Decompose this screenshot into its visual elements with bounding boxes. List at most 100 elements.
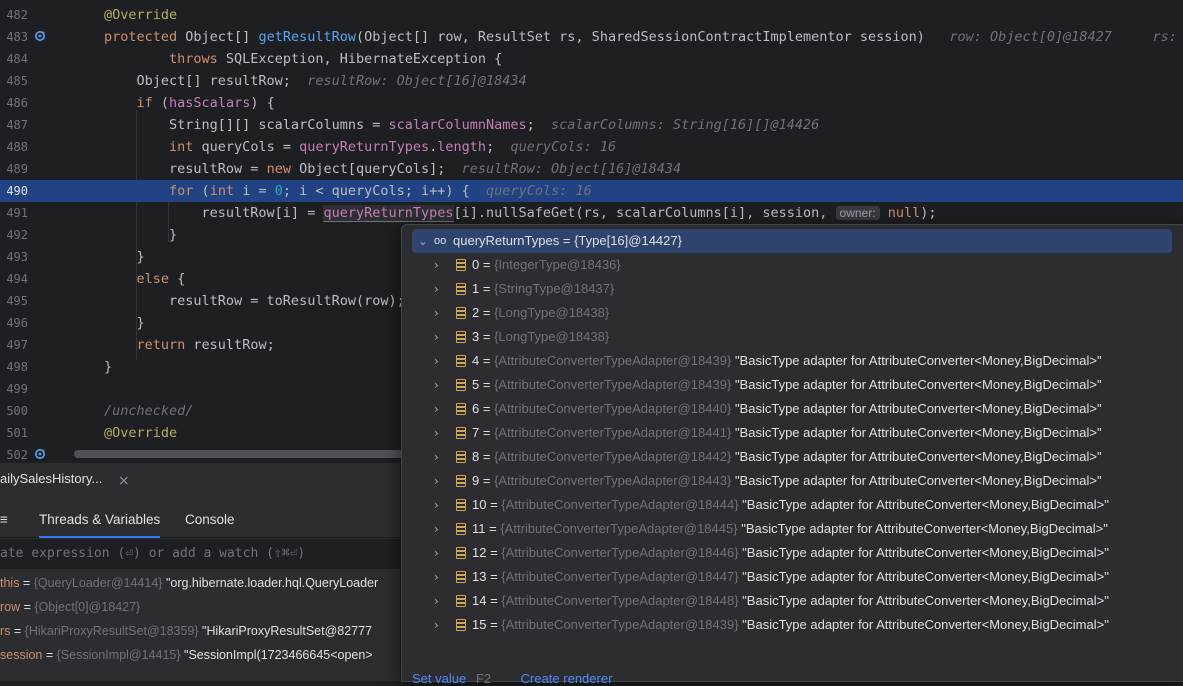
chevron-right-icon[interactable]: › bbox=[434, 373, 439, 397]
code-token: scalarColumnNames bbox=[388, 117, 527, 133]
variable-row[interactable]: session = {SessionImpl@14415} "SessionIm… bbox=[0, 643, 373, 667]
popup-array-item[interactable]: › 0 = {IntegerType@18436} bbox=[412, 253, 1172, 277]
tab-threads-variables[interactable]: Threads & Variables bbox=[39, 512, 161, 538]
line-number[interactable]: 496 bbox=[0, 312, 28, 334]
popup-array-item[interactable]: › 15 = {AttributeConverterTypeAdapter@184… bbox=[412, 613, 1172, 637]
popup-array-item[interactable]: › 2 = {LongType@18438} bbox=[412, 301, 1172, 325]
code-line[interactable]: 486 if (hasScalars) { bbox=[0, 92, 1183, 114]
popup-array-item[interactable]: › 6 = {AttributeConverterTypeAdapter@1844… bbox=[412, 397, 1172, 421]
chevron-right-icon[interactable]: › bbox=[434, 325, 439, 349]
code-token: resultRow = bbox=[104, 161, 267, 177]
item-type: {AttributeConverterTypeAdapter@18447} bbox=[501, 569, 739, 584]
popup-array-item[interactable]: › 11 = {AttributeConverterTypeAdapter@184… bbox=[412, 517, 1172, 541]
code-line[interactable]: 487 String[][] scalarColumns = scalarCol… bbox=[0, 114, 1183, 136]
code-line[interactable]: 482 @Override bbox=[0, 4, 1183, 26]
menu-icon[interactable]: ≡ bbox=[0, 512, 8, 527]
chevron-right-icon[interactable]: › bbox=[434, 277, 439, 301]
code-text: return resultRow; bbox=[104, 334, 275, 356]
set-value-link[interactable]: Set value bbox=[412, 671, 466, 686]
popup-array-item[interactable]: › 13 = {AttributeConverterTypeAdapter@184… bbox=[412, 565, 1172, 589]
create-renderer-link[interactable]: Create renderer bbox=[521, 671, 613, 686]
line-number[interactable]: 495 bbox=[0, 290, 28, 312]
popup-array-item[interactable]: › 1 = {StringType@18437} bbox=[412, 277, 1172, 301]
override-gutter-icon[interactable] bbox=[34, 448, 46, 460]
line-number[interactable]: 484 bbox=[0, 48, 28, 70]
code-line[interactable]: 483 protected Object[] getResultRow(Objec… bbox=[0, 26, 1183, 48]
popup-header-row[interactable]: ⌄ oo queryReturnTypes = {Type[16]@14427} bbox=[412, 229, 1172, 253]
popup-array-item[interactable]: › 10 = {AttributeConverterTypeAdapter@184… bbox=[412, 493, 1172, 517]
line-number[interactable]: 489 bbox=[0, 158, 28, 180]
popup-array-item[interactable]: › 8 = {AttributeConverterTypeAdapter@1844… bbox=[412, 445, 1172, 469]
array-icon bbox=[456, 547, 466, 559]
variable-type: {QueryLoader@14414} bbox=[33, 576, 163, 590]
line-number[interactable]: 497 bbox=[0, 334, 28, 356]
line-number[interactable]: 494 bbox=[0, 268, 28, 290]
code-line[interactable]: 491 resultRow[i] = queryReturnTypes[i].n… bbox=[0, 202, 1183, 224]
code-token[interactable]: queryReturnTypes bbox=[323, 205, 454, 222]
code-line[interactable]: 488 int queryCols = queryReturnTypes.len… bbox=[0, 136, 1183, 158]
chevron-right-icon[interactable]: › bbox=[434, 253, 439, 277]
array-icon bbox=[456, 595, 466, 607]
equals-sign: = bbox=[485, 521, 501, 536]
horizontal-scrollbar[interactable] bbox=[74, 450, 404, 458]
popup-array-item[interactable]: › 4 = {AttributeConverterTypeAdapter@1843… bbox=[412, 349, 1172, 373]
item-string-value: "BasicType adapter for AttributeConverte… bbox=[734, 425, 1102, 440]
inline-debug-hint: resultRow: Object[16]@18434 bbox=[445, 161, 682, 177]
popup-array-item[interactable]: › 3 = {LongType@18438} bbox=[412, 325, 1172, 349]
popup-array-item[interactable]: › 14 = {AttributeConverterTypeAdapter@184… bbox=[412, 589, 1172, 613]
chevron-down-icon[interactable]: ⌄ bbox=[418, 229, 428, 253]
array-icon bbox=[456, 331, 466, 343]
line-number[interactable]: 488 bbox=[0, 136, 28, 158]
chevron-right-icon[interactable]: › bbox=[434, 469, 439, 493]
variable-type: {HikariProxyResultSet@18359} bbox=[24, 624, 199, 638]
chevron-right-icon[interactable]: › bbox=[434, 397, 439, 421]
line-number[interactable]: 485 bbox=[0, 70, 28, 92]
variable-row[interactable]: this = {QueryLoader@14414} "org.hibernat… bbox=[0, 571, 378, 595]
chevron-right-icon[interactable]: › bbox=[434, 445, 439, 469]
line-number[interactable]: 483 bbox=[0, 26, 28, 48]
line-number[interactable]: 500 bbox=[0, 400, 28, 422]
variable-row[interactable]: rs = {HikariProxyResultSet@18359} "Hikar… bbox=[0, 619, 372, 643]
line-number[interactable]: 493 bbox=[0, 246, 28, 268]
line-number[interactable]: 491 bbox=[0, 202, 28, 224]
line-number[interactable]: 482 bbox=[0, 4, 28, 26]
chevron-right-icon[interactable]: › bbox=[434, 565, 439, 589]
chevron-right-icon[interactable]: › bbox=[434, 349, 439, 373]
override-gutter-icon[interactable] bbox=[34, 30, 46, 42]
code-line[interactable]: 485 Object[] resultRow; resultRow: Objec… bbox=[0, 70, 1183, 92]
line-number[interactable]: 492 bbox=[0, 224, 28, 246]
close-icon[interactable]: × bbox=[118, 473, 130, 489]
equals-sign: = bbox=[479, 281, 495, 296]
chevron-right-icon[interactable]: › bbox=[434, 301, 439, 325]
popup-array-item[interactable]: › 7 = {AttributeConverterTypeAdapter@1844… bbox=[412, 421, 1172, 445]
line-number[interactable]: 490 bbox=[0, 180, 28, 202]
code-token: return bbox=[136, 337, 194, 353]
code-token: ); bbox=[920, 205, 937, 221]
chevron-right-icon[interactable]: › bbox=[434, 421, 439, 445]
code-line[interactable]: 490 for (int i = 0; i < queryCols; i++) … bbox=[0, 180, 1183, 202]
item-type: {AttributeConverterTypeAdapter@18444} bbox=[501, 497, 739, 512]
code-line[interactable]: 489 resultRow = new Object[queryCols]; r… bbox=[0, 158, 1183, 180]
array-icon bbox=[456, 571, 466, 583]
line-number[interactable]: 501 bbox=[0, 422, 28, 444]
popup-array-item[interactable]: › 5 = {AttributeConverterTypeAdapter@1843… bbox=[412, 373, 1172, 397]
popup-array-item[interactable]: › 12 = {AttributeConverterTypeAdapter@184… bbox=[412, 541, 1172, 565]
variable-row[interactable]: row = {Object[0]@18427} bbox=[0, 595, 140, 619]
line-number[interactable]: 487 bbox=[0, 114, 28, 136]
popup-array-item[interactable]: › 9 = {AttributeConverterTypeAdapter@1844… bbox=[412, 469, 1172, 493]
chevron-right-icon[interactable]: › bbox=[434, 541, 439, 565]
item-index: 11 bbox=[472, 521, 486, 536]
line-number[interactable]: 499 bbox=[0, 378, 28, 400]
chevron-right-icon[interactable]: › bbox=[434, 517, 439, 541]
chevron-right-icon[interactable]: › bbox=[434, 493, 439, 517]
line-number[interactable]: 486 bbox=[0, 92, 28, 114]
chevron-right-icon[interactable]: › bbox=[434, 613, 439, 637]
line-number[interactable]: 498 bbox=[0, 356, 28, 378]
code-token: Object[] resultRow; bbox=[104, 73, 291, 89]
evaluate-expression-input[interactable]: ate expression (⏎) or add a watch (⇧⌘⏎) bbox=[0, 539, 400, 569]
code-line[interactable]: 484 throws SQLException, HibernateExcept… bbox=[0, 48, 1183, 70]
tab-console[interactable]: Console bbox=[185, 512, 235, 527]
chevron-right-icon[interactable]: › bbox=[434, 589, 439, 613]
equals-sign: = bbox=[479, 473, 495, 488]
debug-session-tab[interactable]: ailySalesHistory... bbox=[0, 471, 102, 486]
